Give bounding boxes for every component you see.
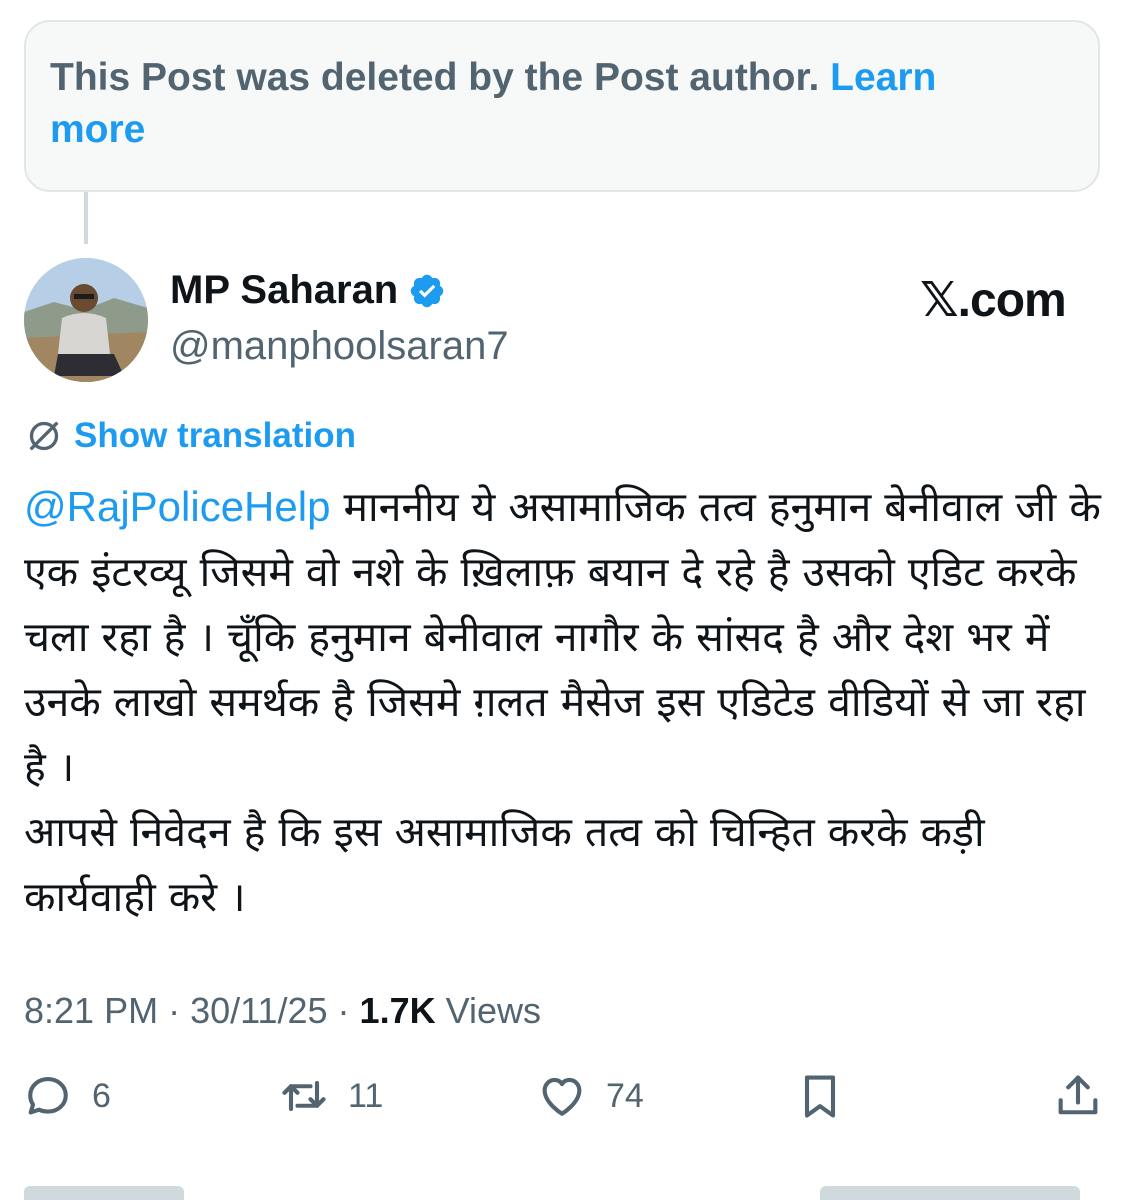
repost-button[interactable]: 11: [278, 1070, 383, 1122]
reply-button[interactable]: 6: [22, 1070, 111, 1122]
deleted-post-notice: This Post was deleted by the Post author…: [24, 20, 1100, 192]
meta-separator: ·: [158, 990, 191, 1031]
avatar[interactable]: [24, 258, 148, 382]
share-button[interactable]: [1052, 1070, 1104, 1122]
post-text: माननीय ये असामाजिक तत्व हनुमान बेनीवाल ज…: [24, 483, 1101, 921]
post-body: @RajPoliceHelp माननीय ये असामाजिक तत्व ह…: [24, 474, 1114, 930]
thread-connector: [84, 192, 88, 244]
like-button[interactable]: 74: [536, 1070, 644, 1122]
mention-link[interactable]: @RajPoliceHelp: [24, 483, 330, 530]
post-meta: 8:21 PM · 30/11/25 · 1.7K Views: [24, 990, 541, 1032]
show-translation-label[interactable]: Show translation: [74, 416, 356, 456]
x-logo-suffix: .com: [957, 274, 1067, 327]
reply-icon: [28, 1077, 68, 1115]
meta-separator: ·: [327, 990, 360, 1031]
author-handle[interactable]: @manphoolsaran7: [170, 324, 509, 369]
cut-off-label-right: [820, 1186, 1080, 1200]
views-count: 1.7K: [359, 990, 436, 1031]
author-name-row[interactable]: MP Saharan: [170, 268, 446, 313]
repost-icon: [282, 1080, 326, 1112]
action-bar: 6 11 74: [0, 1070, 1125, 1134]
post-time[interactable]: 8:21 PM: [24, 990, 158, 1031]
deleted-notice-text: This Post was deleted by the Post author…: [50, 56, 820, 99]
show-translation-button[interactable]: Show translation: [24, 416, 356, 456]
profile-photo-icon: [24, 258, 148, 382]
x-logo-icon: 𝕏: [920, 272, 959, 328]
globe-slash-icon: [29, 421, 59, 451]
views-label: Views: [435, 990, 541, 1031]
reply-count: 6: [92, 1076, 111, 1115]
x-com-logo: 𝕏.com: [920, 272, 1067, 328]
cut-off-label-left: [24, 1186, 184, 1200]
heart-icon: [542, 1077, 582, 1116]
verified-badge-icon: [411, 274, 444, 307]
post-date[interactable]: 30/11/25: [190, 990, 327, 1031]
like-count: 74: [606, 1076, 644, 1115]
share-icon: [1058, 1075, 1098, 1115]
next-section-peek: [0, 1186, 1125, 1200]
bookmark-button[interactable]: [794, 1070, 846, 1122]
bookmark-icon: [804, 1075, 836, 1118]
repost-count: 11: [348, 1076, 384, 1115]
author-name[interactable]: MP Saharan: [170, 268, 398, 313]
